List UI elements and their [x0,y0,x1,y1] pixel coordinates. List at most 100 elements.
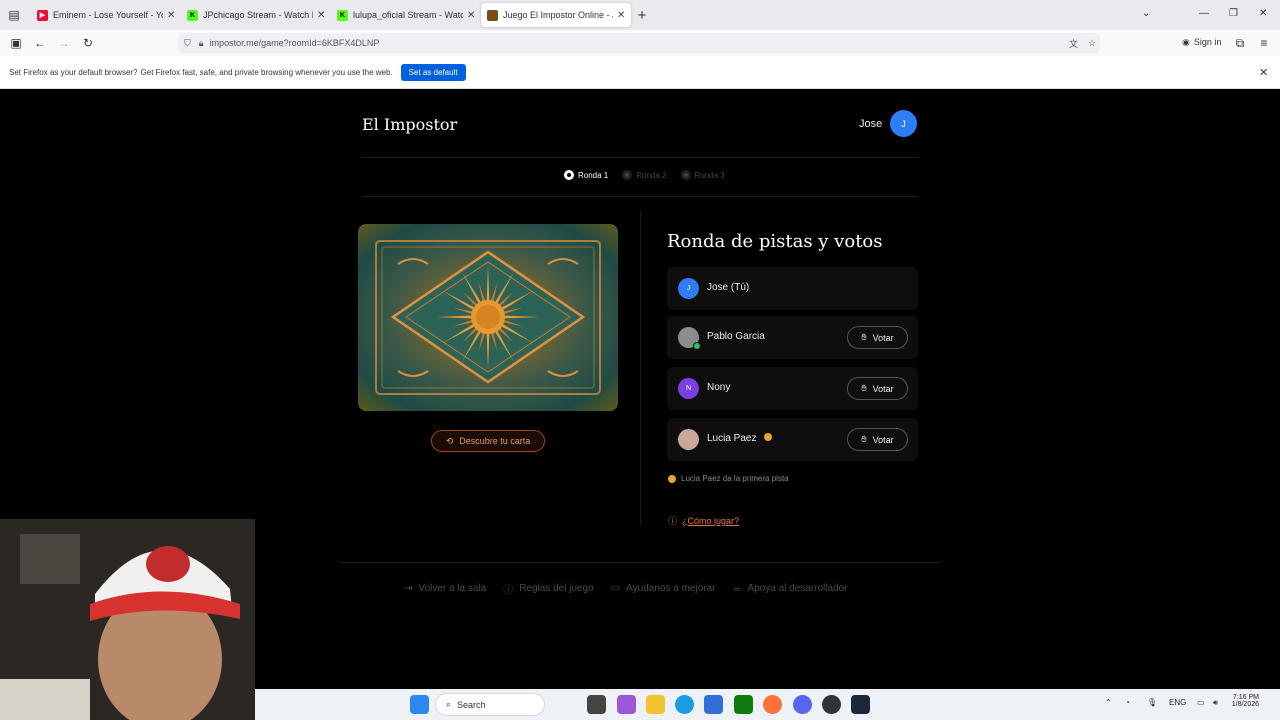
header-divider [362,157,918,158]
tab-overflow-icon[interactable]: ⌄ [1142,8,1150,19]
forward-icon[interactable]: → [56,35,72,51]
round-2: Ronda 2 [622,170,667,180]
streamer-webcam-image [0,519,255,720]
search-label: Search [457,699,486,710]
copilot-icon[interactable] [617,695,636,714]
tab-title: JPchicago Stream - Watch Live on Kick [203,10,313,20]
windows-start-icon[interactable] [410,695,429,714]
steam-icon[interactable] [851,695,870,714]
shield-icon: ⛉ [184,37,191,48]
tab-impostor[interactable]: Juego El Impostor Online - Juga ✕ [481,3,632,27]
reveal-card-button[interactable]: ⟲ Descubre tu carta [431,430,545,452]
menu-icon[interactable]: ≡ [1256,35,1272,51]
url-text: impostor.me/game?roomId=6KBFX4DLNP [209,38,380,48]
coffee-icon: ☕︎ [732,583,742,594]
kick-icon: K [187,9,198,21]
extensions-icon[interactable]: ⧉ [1232,35,1248,51]
brand-logo[interactable]: El Impostor [362,115,457,134]
sign-in-button[interactable]: ◉ Sign in [1182,37,1221,48]
player-row: J Jose (Tú) [667,267,918,310]
round-stepper: Ronda 1 Ronda 2 Ronda 3 [564,170,725,180]
user-name: Jose [859,118,883,130]
hidden-card[interactable] [358,224,618,411]
minimize-icon[interactable]: — [1199,8,1209,19]
windows-taskbar: ⌕ Search ⌃ ◔ 🎙︎ ENG ▭ 🔊︎ 7:16 PM 1/8/2026 [255,689,1280,720]
turn-hint: Lucia Paez da la primera pista [668,474,789,483]
exit-icon: ⇥ [404,583,413,594]
bookmark-star-icon[interactable]: ☆ [1088,38,1096,49]
account-icon: ◉ [1182,37,1190,47]
vote-label: Votar [872,332,894,343]
language-indicator[interactable]: ENG [1169,698,1186,707]
sidebar-icon[interactable]: ▣ [8,35,24,51]
notification-close-icon[interactable]: ✕ [1259,66,1268,79]
close-tab-icon[interactable]: ✕ [617,10,625,21]
tab-title: Juego El Impostor Online - Juga [503,10,613,20]
tab-kick-jpchicago[interactable]: K JPchicago Stream - Watch Live on Kick … [181,3,331,27]
notification-bold: Set Firefox as your default browser? [9,67,138,77]
back-icon[interactable]: ← [32,35,48,51]
restore-icon[interactable]: ❐ [1229,8,1238,19]
translate-icon[interactable]: 文 [1069,37,1078,50]
hand-icon: ✋︎ [861,383,867,393]
close-tab-icon[interactable]: ✕ [167,10,175,21]
tray-app-icon[interactable]: ◔ [1125,698,1130,707]
tab-title: Eminem - Lose Yourself - YouTube [53,10,163,20]
player-row: Lucia Paez ✋︎ Votar [667,418,918,461]
task-view-icon[interactable] [587,695,606,714]
column-divider [640,211,641,525]
tab-kick-lulupa[interactable]: K lulupa_oficial Stream - Watch Live on … [331,3,481,27]
how-to-play-link[interactable]: ⓘ ¿Cómo jugar? [668,514,739,527]
sign-in-label: Sign in [1193,37,1222,47]
user-avatar[interactable]: J [890,110,917,137]
obs-icon[interactable] [822,695,841,714]
back-to-room-link[interactable]: ⇥ Volver a la sala [404,581,486,596]
window-close-icon[interactable]: ✕ [1259,8,1267,19]
tab-youtube[interactable]: ▶ Eminem - Lose Yourself - YouTube ✕ [31,3,181,27]
reload-icon[interactable]: ↻ [80,35,96,51]
vote-button[interactable]: ✋︎ Votar [847,326,908,349]
lock-icon: 🔒︎ [198,37,204,48]
store-icon[interactable] [704,695,723,714]
file-explorer-icon[interactable] [646,695,665,714]
vote-button[interactable]: ✋︎ Votar [847,428,908,451]
vote-label: Votar [872,434,894,445]
default-browser-notification: Set Firefox as your default browser? Get… [0,56,1280,89]
microphone-icon[interactable]: 🎙︎ [1147,698,1157,707]
sun-card-art [375,240,601,395]
close-tab-icon[interactable]: ✕ [317,10,325,21]
new-tab-icon[interactable]: + [634,7,650,24]
round-dot-icon [680,170,691,180]
close-tab-icon[interactable]: ✕ [467,10,475,21]
game-rules-link[interactable]: ⓘ Reglas del juego [503,581,594,596]
vote-button[interactable]: ✋︎ Votar [847,377,908,400]
notification-text: Get Firefox fast, safe, and private brow… [140,67,393,77]
tab-list-icon[interactable]: ▤ [6,7,22,23]
tab-bar: ▤ ▶ Eminem - Lose Yourself - YouTube ✕ K… [0,0,1280,30]
feedback-link[interactable]: ▭ Ayudanos a mejorar [611,581,716,596]
webcam-overlay [0,519,255,720]
player-row: N Nony ✋︎ Votar [667,367,918,410]
xbox-icon[interactable] [734,695,753,714]
chat-icon: ▭ [610,583,621,594]
volume-icon[interactable]: 🔊︎ [1213,698,1218,708]
network-icon[interactable]: ▭ [1197,698,1205,707]
clock-time: 7:16 PM [1232,694,1259,701]
url-bar[interactable]: ⛉ 🔒︎ impostor.me/game?roomId=6KBFX4DLNP … [178,33,1100,53]
youtube-icon: ▶ [37,9,48,21]
avatar [678,429,699,450]
discord-icon[interactable] [793,695,812,714]
firefox-icon[interactable] [763,695,782,714]
section-title: Ronda de pistas y votos [667,231,883,252]
set-default-button[interactable]: Set as default [400,63,466,81]
turn-dot-icon [668,474,676,483]
impostor-icon [487,9,498,21]
info-icon: ⓘ [668,516,678,526]
avatar: N [678,378,699,399]
refresh-icon: ⟲ [445,435,454,446]
tray-chevron-icon[interactable]: ⌃ [1105,698,1112,707]
support-developer-link[interactable]: ☕︎ Apoya al desarrollador [732,581,847,596]
edge-icon[interactable] [675,695,694,714]
taskbar-search[interactable]: ⌕ Search [435,693,545,716]
clock[interactable]: 7:16 PM 1/8/2026 [1223,694,1259,708]
